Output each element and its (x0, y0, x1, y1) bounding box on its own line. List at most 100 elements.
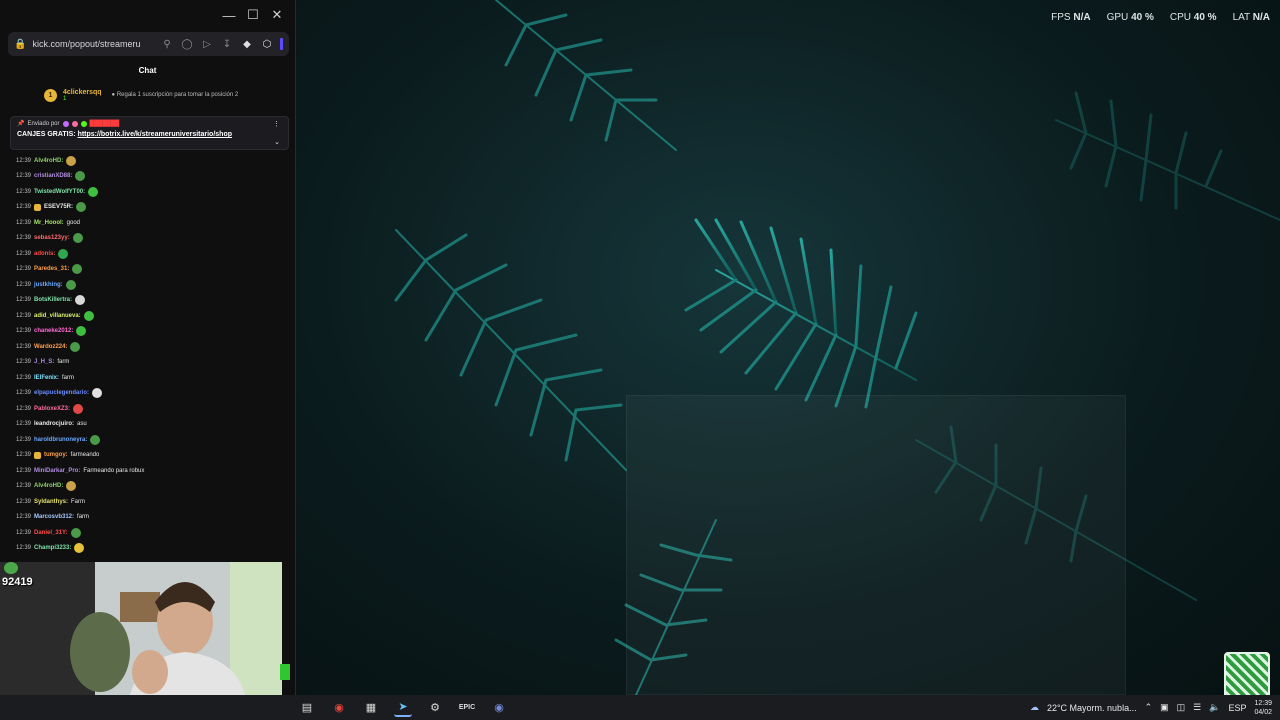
message-username[interactable]: Alv4roHD: (34, 158, 63, 164)
message-username[interactable]: justkhing: (34, 282, 63, 288)
message-username[interactable]: PabloxeXZ3: (34, 406, 70, 412)
clock[interactable]: 12:39 04/02 (1254, 699, 1272, 717)
pin-icon: 📌 (17, 121, 25, 127)
message-username[interactable]: J_H_S: (34, 359, 54, 365)
chat-message[interactable]: 12:39 J_H_S: farm (16, 355, 295, 371)
chat-message[interactable]: 12:39 Syldanthys: Farm (16, 494, 295, 510)
clock-time: 12:39 (1254, 699, 1272, 707)
lock-icon[interactable]: 🔒 (14, 39, 26, 50)
message-username[interactable]: haroldbrunoneyra: (34, 437, 87, 443)
calendar-icon[interactable]: ▦ (362, 699, 380, 717)
message-username[interactable]: sebas123yy: (34, 235, 70, 241)
chat-message[interactable]: 12:39 lElFenix: farm (16, 370, 295, 386)
chat-message[interactable]: 12:39 Mr_Hoool: good (16, 215, 295, 231)
message-username[interactable]: Syldanthys: (34, 499, 68, 505)
message-text: farm (77, 514, 90, 521)
extension-icon[interactable]: ◆ (240, 39, 254, 50)
chat-message[interactable]: 12:39 Daniel_31Y: (16, 525, 295, 541)
network-icon[interactable]: ◫ (1177, 702, 1186, 713)
message-username[interactable]: cristianXD88: (34, 173, 72, 179)
pinned-link[interactable]: https://botrix.live/k/streameruniversita… (78, 131, 232, 138)
search-icon[interactable]: ⚲ (160, 39, 174, 50)
pin-more-icon[interactable]: ⋮ (273, 120, 280, 128)
message-text: Farmeando para robux (83, 467, 145, 474)
message-username[interactable]: Marcosvb312: (34, 514, 74, 520)
language-indicator[interactable]: ESP (1228, 703, 1246, 713)
message-username[interactable]: elpapuclegendario: (34, 390, 89, 396)
pinned-message[interactable]: 📌 Enviado por ███████ CANJES GRATIS: htt… (10, 116, 289, 150)
message-username[interactable]: Paredes_31: (34, 266, 69, 272)
minimize-button[interactable]: — (217, 3, 241, 27)
chat-message[interactable]: 12:39 Marcosvb312: farm (16, 510, 295, 526)
fps-label: FPS (1051, 12, 1071, 23)
emote-icon (90, 434, 101, 445)
volume-icon[interactable]: 🔈 (1209, 702, 1220, 713)
gift-prompt[interactable]: ● Regala 1 suscripción para tomar la pos… (112, 92, 239, 98)
chat-message[interactable]: 12:39 BotsKillertra: (16, 293, 295, 309)
message-username[interactable]: Daniel_31Y: (34, 530, 68, 536)
file-explorer-icon[interactable]: ▤ (298, 699, 316, 717)
message-time: 12:39 (16, 266, 32, 273)
chevron-up-icon[interactable]: ⌃ (1145, 702, 1153, 713)
message-username[interactable]: Champi3233: (34, 545, 71, 551)
chat-message[interactable]: 12:39 Alv4roHD: (16, 479, 295, 495)
top-gifter-banner[interactable]: 1 4clickersqq 1 ● Regala 1 suscripción p… (0, 82, 295, 108)
message-username[interactable]: Alv4roHD: (34, 483, 63, 489)
chat-message[interactable]: 12:39 haroldbrunoneyra: (16, 432, 295, 448)
message-username[interactable]: adonis: (34, 251, 55, 257)
chat-message[interactable]: 12:39 TwistedWolfYT00: (16, 184, 295, 200)
chat-message[interactable]: 12:39 Wardoz224: (16, 339, 295, 355)
message-username[interactable]: adid_villanueva: (34, 313, 81, 319)
settings-icon[interactable]: ⚙ (426, 699, 444, 717)
cloud-icon[interactable]: ☁ (1030, 702, 1039, 713)
chat-message[interactable]: 12:39 PabloxeXZ3: (16, 401, 295, 417)
epic-games-icon[interactable]: EPIC (458, 699, 476, 717)
lat-value: N/A (1252, 12, 1270, 23)
message-username[interactable]: leandrocjuiro: (34, 421, 74, 427)
address-bar[interactable]: 🔒 kick.com/popout/streameru ⚲ ◯ ▷ ↧ ◆ ⬡ (8, 32, 289, 56)
download-icon[interactable]: ↧ (220, 39, 234, 50)
url-text[interactable]: kick.com/popout/streameru (32, 39, 154, 49)
chat-message[interactable]: 12:39 ESEV75R: (16, 200, 295, 216)
message-username[interactable]: lElFenix: (34, 375, 59, 381)
chat-message[interactable]: 12:39 Alv4roHD: (16, 153, 295, 169)
message-username[interactable]: tumgoy: (44, 452, 68, 458)
chat-message[interactable]: 12:39 MiniDarkar_Pro: Farmeando para robux (16, 463, 295, 479)
chrome-icon[interactable]: ◉ (330, 699, 348, 717)
tray-app-icon[interactable]: ▣ (1160, 702, 1169, 713)
message-username[interactable]: MiniDarkar_Pro: (34, 468, 80, 474)
discord-icon[interactable]: ◉ (490, 699, 508, 717)
maximize-button[interactable]: ☐ (241, 3, 265, 27)
performance-overlay: FPS N/A GPU 40 % CPU 40 % LAT N/A (1051, 12, 1270, 23)
emote-icon (66, 155, 77, 166)
chat-message-list[interactable]: 12:39 Alv4roHD: 12:39 cristianXD88: 12:39 Twi… (0, 153, 295, 556)
message-username[interactable]: Mr_Hoool: (34, 220, 64, 226)
subscriber-badge-icon (34, 203, 41, 211)
message-username[interactable]: chaneke2012: (34, 328, 73, 334)
weather-text[interactable]: 22°C Mayorm. nubla... (1047, 703, 1137, 713)
message-username[interactable]: ESEV75R: (44, 204, 73, 210)
cube-icon[interactable]: ⬡ (260, 39, 274, 50)
close-button[interactable]: ✕ (265, 3, 289, 27)
chat-message[interactable]: 12:39 adonis: (16, 246, 295, 262)
chat-message[interactable]: 12:39 elpapuclegendario: (16, 386, 295, 402)
chat-message[interactable]: 12:39 leandrocjuiro: asu (16, 417, 295, 433)
message-username[interactable]: BotsKillertra: (34, 297, 72, 303)
wifi-icon[interactable]: ☰ (1193, 702, 1201, 713)
chat-message[interactable]: 12:39 sebas123yy: (16, 231, 295, 247)
steam-icon[interactable]: ➤ (394, 699, 412, 717)
sidebar-toggle-icon[interactable] (280, 38, 283, 50)
message-username[interactable]: TwistedWolfYT00: (34, 189, 85, 195)
chat-message[interactable]: 12:39 adid_villanueva: (16, 308, 295, 324)
chat-message[interactable]: 12:39 justkhing: (16, 277, 295, 293)
message-username[interactable]: Wardoz224: (34, 344, 67, 350)
chat-message[interactable]: 12:39 tumgoy: farmeando (16, 448, 295, 464)
chat-message[interactable]: 12:39 Champi3233: (16, 541, 295, 557)
chat-message[interactable]: 12:39 chaneke2012: (16, 324, 295, 340)
chat-message[interactable]: 12:39 cristianXD88: (16, 169, 295, 185)
chevron-down-icon[interactable]: ⌄ (274, 138, 280, 146)
play-icon[interactable]: ▷ (200, 39, 214, 50)
chat-message[interactable]: 12:39 Paredes_31: (16, 262, 295, 278)
shield-icon[interactable]: ◯ (180, 39, 194, 50)
emote-icon (75, 295, 86, 306)
